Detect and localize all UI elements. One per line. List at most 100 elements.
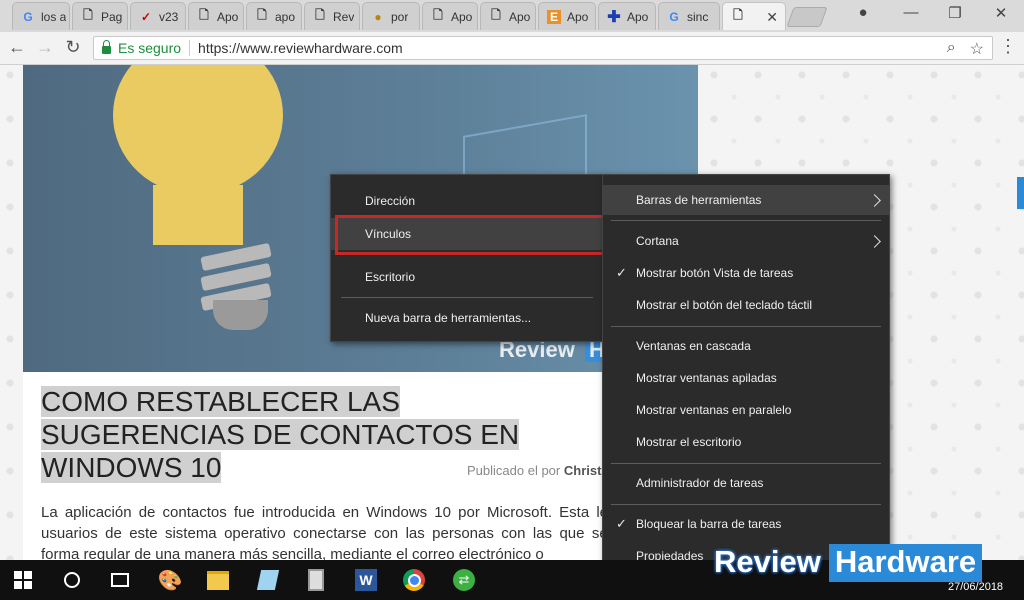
chrome-icon[interactable] <box>400 566 428 594</box>
url-text[interactable]: https://www.reviewhardware.com <box>198 40 403 56</box>
page-icon: 🗋 <box>491 8 501 22</box>
menu-item-barras-herramientas[interactable]: Barras de herramientas <box>603 185 889 215</box>
menu-divider <box>611 326 881 327</box>
byline-prefix: Publicado el por <box>467 463 561 478</box>
browser-tab[interactable]: 🗋 Apo <box>480 2 536 30</box>
page-icon: 🗋 <box>257 8 267 22</box>
browser-tab[interactable]: 🗋 Rev <box>304 2 360 30</box>
menu-item-cortana[interactable]: Cortana <box>603 226 889 256</box>
menu-item-nueva-barra[interactable]: Nueva barra de herramientas... <box>331 303 602 333</box>
browser-tab[interactable]: ● por <box>362 2 420 30</box>
cross-icon: ✚ <box>607 8 621 26</box>
menu-item-label: Dirección <box>365 194 416 208</box>
browser-tab[interactable]: 🗋 Pag <box>72 2 128 30</box>
zoom-icon[interactable]: ⌕ <box>947 39 956 59</box>
taskbar-context-menu: Barras de herramientas Cortana ✓ Mostrar… <box>602 174 890 579</box>
start-button[interactable] <box>9 566 37 594</box>
tab-title: Apo <box>509 9 531 24</box>
google-icon: G <box>669 9 679 24</box>
menu-item-cascada[interactable]: Ventanas en cascada <box>603 331 889 361</box>
transfer-icon[interactable]: ⇄ <box>450 566 478 594</box>
browser-tab[interactable]: 🗋 Apo <box>422 2 478 30</box>
tab-title: Rev <box>333 9 355 24</box>
menu-item-label: Mostrar ventanas apiladas <box>636 371 777 385</box>
windows-start-icon <box>14 571 32 589</box>
reload-button[interactable]: ↻ <box>62 37 84 58</box>
back-button[interactable]: ← <box>6 37 28 58</box>
address-bar[interactable]: Es seguro https://www.reviewhardware.com… <box>93 36 993 60</box>
page-icon: 🗋 <box>433 8 443 22</box>
watermark-left: Review <box>714 544 821 579</box>
globe-icon: ● <box>374 9 382 24</box>
menu-item-escritorio[interactable]: Escritorio <box>331 262 602 292</box>
restore-button[interactable]: ❐ <box>940 4 970 22</box>
page-icon: 🗋 <box>315 8 325 22</box>
security-label: Es seguro <box>118 40 182 56</box>
check-icon: ✓ <box>140 9 152 24</box>
chevron-right-icon <box>868 193 881 207</box>
menu-item-escritorio[interactable]: Mostrar el escritorio <box>603 427 889 457</box>
menu-item-label: Ventanas en cascada <box>636 339 751 353</box>
clock-date[interactable]: 27/06/2018 <box>948 581 1003 593</box>
browser-tab[interactable]: 🗋 Apo <box>188 2 244 30</box>
chevron-right-icon <box>868 234 881 248</box>
tab-title: los a <box>41 9 67 24</box>
lightbulb-neck <box>153 185 243 245</box>
review-hardware-watermark: Review Hardware <box>714 544 983 582</box>
user-icon[interactable]: ● <box>848 4 878 21</box>
google-icon: G <box>23 9 33 24</box>
lock-icon <box>102 40 111 54</box>
browser-tab[interactable]: ✚ Apo <box>598 2 656 30</box>
menu-item-paralelo[interactable]: Mostrar ventanas en paralelo <box>603 395 889 425</box>
menu-item-label: Barras de herramientas <box>636 193 762 207</box>
browser-tab[interactable]: E Apo <box>538 2 596 30</box>
browser-toolbar: ← → ↻ Es seguro https://www.reviewhardwa… <box>0 32 1024 65</box>
tab-title: Apo <box>217 9 239 24</box>
bookmark-star-icon[interactable]: ☆ <box>970 39 984 59</box>
paint-icon[interactable]: 🎨 <box>156 566 184 594</box>
window-close-button[interactable]: ✕ <box>986 4 1016 22</box>
tab-title: sinc <box>687 9 709 24</box>
file-explorer-icon[interactable] <box>204 566 232 594</box>
toolbars-submenu: Dirección Vínculos Escritorio Nueva barr… <box>330 174 603 342</box>
new-tab-button[interactable] <box>786 7 828 27</box>
cortana-button[interactable] <box>58 566 86 594</box>
menu-item-vista-tareas[interactable]: ✓ Mostrar botón Vista de tareas <box>603 258 889 288</box>
tab-title: apo <box>275 9 296 24</box>
task-view-button[interactable] <box>106 566 134 594</box>
browser-tab[interactable]: G los a <box>12 2 70 30</box>
menu-item-label: Mostrar el escritorio <box>636 435 742 449</box>
browser-tab-active[interactable]: 🗋 ✕ <box>722 2 786 30</box>
menu-item-direccion[interactable]: Dirección <box>331 186 602 216</box>
more-menu-icon[interactable]: ⋮ <box>999 36 1017 57</box>
notes-icon[interactable] <box>254 566 282 594</box>
bulb-base-tip <box>213 300 268 330</box>
browser-tab[interactable]: G sinc <box>658 2 720 30</box>
browser-tab[interactable]: 🗋 apo <box>246 2 302 30</box>
word-icon[interactable]: W <box>352 566 380 594</box>
watermark-right: Hardware <box>828 544 983 582</box>
minimize-button[interactable]: — <box>896 4 926 21</box>
menu-item-label: Nueva barra de herramientas... <box>365 311 532 325</box>
tab-title: Apo <box>567 9 589 24</box>
cortana-icon <box>64 572 80 588</box>
side-scroll-accent[interactable] <box>1017 177 1024 209</box>
menu-item-apiladas[interactable]: Mostrar ventanas apiladas <box>603 363 889 393</box>
byline: Publicado el por Christ <box>467 463 601 478</box>
menu-item-label: Bloquear la barra de tareas <box>636 517 782 531</box>
article-title-text: COMO RESTABLECER LAS SUGERENCIAS DE CONT… <box>41 386 520 483</box>
byline-author[interactable]: Christ <box>564 463 602 478</box>
menu-item-label: Mostrar el botón del teclado táctil <box>636 298 813 312</box>
forward-button[interactable]: → <box>34 37 56 58</box>
article-body: La aplicación de contactos fue introduci… <box>41 504 631 560</box>
page-icon: 🗋 <box>733 8 743 22</box>
menu-item-teclado-tactil[interactable]: Mostrar el botón del teclado táctil <box>603 290 889 320</box>
tab-title: Apo <box>451 9 473 24</box>
browser-tab[interactable]: ✓ v23 <box>130 2 186 30</box>
calculator-icon[interactable] <box>302 566 330 594</box>
menu-item-bloquear[interactable]: ✓ Bloquear la barra de tareas <box>603 509 889 539</box>
menu-item-administrador[interactable]: Administrador de tareas <box>603 468 889 498</box>
page-icon: 🗋 <box>199 8 209 22</box>
close-icon[interactable]: ✕ <box>766 9 778 26</box>
menu-item-label: Mostrar ventanas en paralelo <box>636 403 792 417</box>
